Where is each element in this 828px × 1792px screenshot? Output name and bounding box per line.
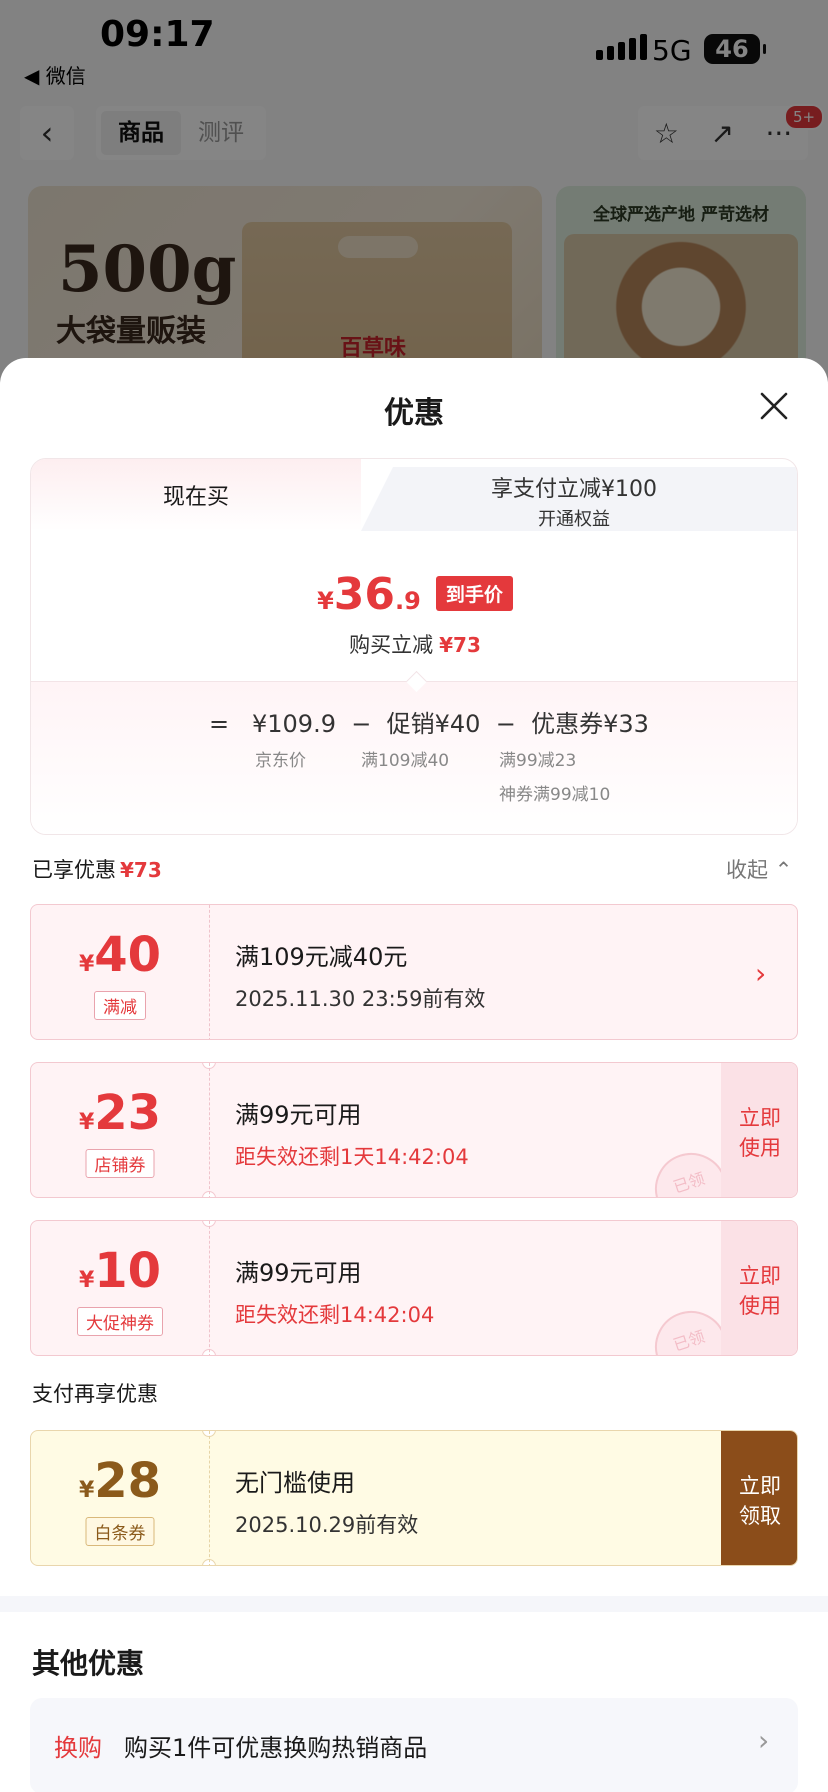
coupon-baitiao[interactable]: ¥28 白条券 无门槛使用 2025.10.29前有效 立即 领取 [30,1430,798,1566]
coupon-label-2: 神券满99减10 [499,785,611,805]
breakdown-coupon: 优惠券¥33 [531,710,649,738]
close-icon[interactable] [756,388,792,424]
coupon-promo[interactable]: ¥10 大促神券 满99元可用 距失效还剩14:42:04 已领 立即 使用 [30,1220,798,1356]
coupon-type-tag: 店铺券 [85,1149,155,1178]
coupon-countdown: 距失效还剩1天14:42:04 [235,1145,469,1169]
coupon-label-1: 满99减23 [499,751,577,771]
final-price-row: ¥36.9 到手价 [31,569,797,620]
use-coupon-button[interactable]: 立即 使用 [721,1063,797,1197]
applied-discount-header: 已享优惠 ¥73 [32,858,162,882]
final-price: ¥36.9 [317,569,421,620]
tab-buy-now[interactable]: 现在买 [31,459,397,531]
chevron-right-icon[interactable]: › [755,957,766,990]
coupon-amount: 23 [94,1085,162,1141]
coupon-condition: 满99元可用 [235,1101,362,1129]
reduction-amount: ¥73 [439,633,481,657]
price-breakdown: = ¥109.9 − 促销¥40 − 优惠券¥33 京东价 满109减40 满9… [31,681,797,834]
coupon-validity: 2025.10.29前有效 [235,1513,419,1537]
sheet-title: 优惠 [384,396,444,431]
discount-sheet: 优惠 享支付立减¥100 开通权益 现在买 ¥36.9 到手价 购买立减 ¥73 … [0,358,828,1792]
coupon-amount: 40 [94,927,162,983]
coupon-condition: 无门槛使用 [235,1469,355,1497]
tab-pay-subtitle: 开通权益 [538,509,610,530]
chevron-up-icon: ⌃ [774,858,793,882]
coupon-condition: 满99元可用 [235,1259,362,1287]
trade-in-label: 换购 [54,1734,102,1762]
modal-overlay[interactable] [0,0,828,400]
breakdown-base: ¥109.9 [252,710,336,738]
tab-pay-discount[interactable]: 享支付立减¥100 开通权益 [349,467,797,531]
collapse-toggle[interactable]: 收起 ⌃ [726,854,792,884]
coupon-full-reduction[interactable]: ¥40 满减 满109元减40元 2025.11.30 23:59前有效 › [30,904,798,1040]
coupon-type-tag: 白条券 [85,1517,155,1546]
promo-label: 满109减40 [361,751,450,771]
breakdown-promo: 促销¥40 [386,710,481,738]
coupon-type-tag: 大促神券 [77,1307,163,1336]
tab-pay-title: 享支付立减¥100 [491,477,657,502]
price-panel: 享支付立减¥100 开通权益 现在买 ¥36.9 到手价 购买立减 ¥73 = ¥… [30,458,798,835]
coupon-countdown: 距失效还剩14:42:04 [235,1303,435,1327]
breakdown-formula: = ¥109.9 − 促销¥40 − 优惠券¥33 [209,710,649,738]
trade-in-description: 购买1件可优惠换购热销商品 [124,1734,428,1762]
coupon-store[interactable]: ¥23 店铺券 满99元可用 距失效还剩1天14:42:04 已领 立即 使用 [30,1062,798,1198]
coupon-amount: 10 [94,1243,162,1299]
trade-in-row[interactable]: 换购 购买1件可优惠换购热销商品 › [30,1698,798,1792]
coupon-type-tag: 满减 [94,991,146,1020]
coupon-validity: 2025.11.30 23:59前有效 [235,987,486,1011]
section-divider [0,1596,828,1612]
final-price-badge: 到手价 [435,576,513,611]
pay-discount-header: 支付再享优惠 [32,1382,158,1406]
use-coupon-button[interactable]: 立即 使用 [721,1221,797,1355]
applied-amount: ¥73 [120,858,162,882]
instant-reduction: 购买立减 ¥73 [349,633,481,657]
coupon-condition: 满109元减40元 [235,943,408,971]
chevron-right-icon[interactable]: › [758,1724,769,1757]
coupon-amount: 28 [94,1453,162,1509]
other-discounts-title: 其他优惠 [32,1647,145,1680]
claim-coupon-button[interactable]: 立即 领取 [721,1431,797,1565]
base-price-label: 京东价 [255,751,306,771]
